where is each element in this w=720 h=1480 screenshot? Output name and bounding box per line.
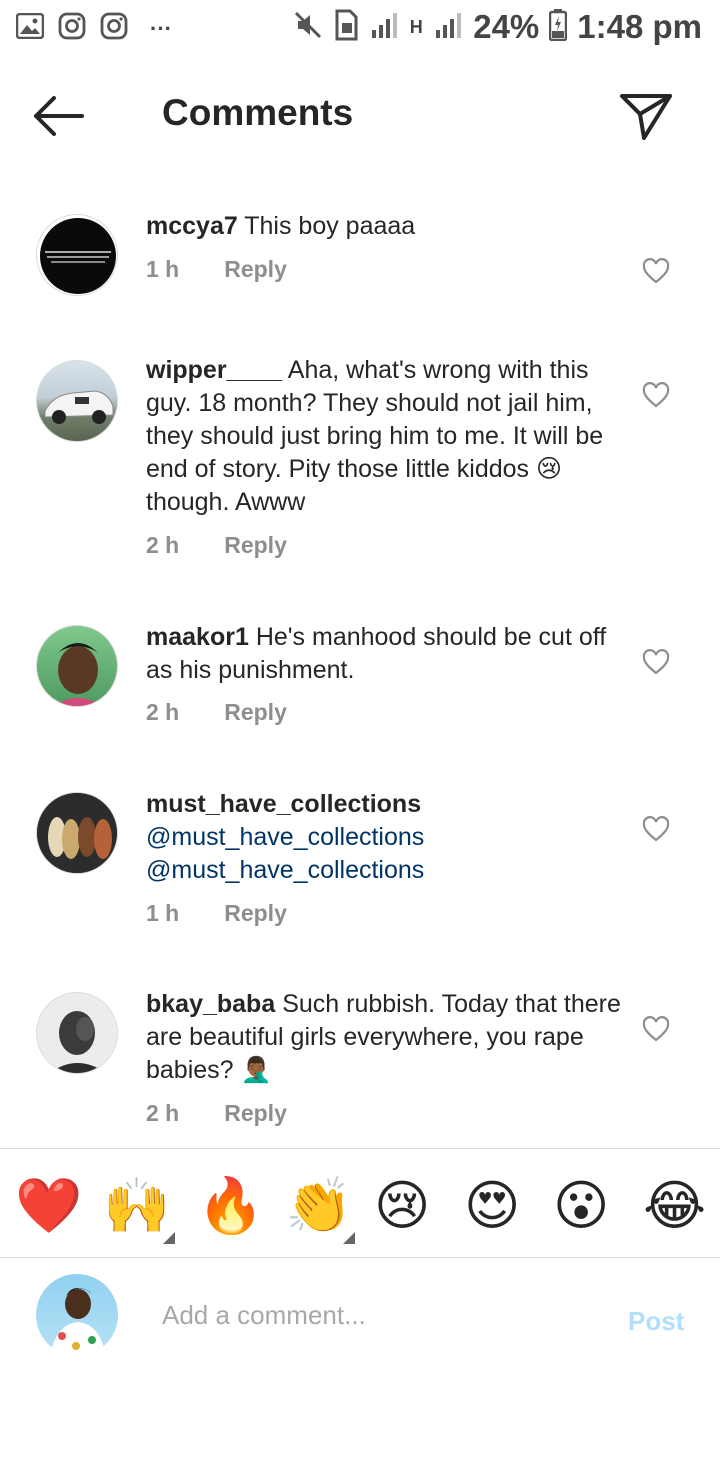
emoji-tears-of-joy[interactable]: 😂 <box>643 1174 706 1238</box>
like-button[interactable] <box>642 258 670 286</box>
heart-outline-icon <box>642 816 670 842</box>
emoji-heart[interactable]: ❤️ <box>15 1174 82 1238</box>
status-bar: ··· H 24% 1:48 pm <box>0 0 720 56</box>
divider <box>0 1257 720 1258</box>
heart-outline-icon <box>642 258 670 284</box>
emoji-fire[interactable]: 🔥 <box>197 1174 264 1238</box>
avatar[interactable] <box>36 360 118 442</box>
reply-button[interactable]: Reply <box>224 1100 287 1127</box>
comment-username[interactable]: must_have_collections <box>146 788 621 821</box>
sim-card-icon <box>333 9 359 46</box>
skin-tone-indicator <box>163 1232 175 1244</box>
back-button[interactable] <box>30 92 94 140</box>
instagram-icon <box>100 12 128 45</box>
battery-percent: 24% <box>473 8 540 45</box>
mute-icon <box>293 10 323 45</box>
signal-icon <box>369 10 399 45</box>
comment-composer: Post <box>0 1262 720 1372</box>
back-arrow-icon <box>34 96 84 136</box>
like-button[interactable] <box>642 382 670 410</box>
direct-send-icon <box>620 94 672 140</box>
gallery-icon <box>15 12 45 44</box>
comment-username[interactable]: bkay_baba <box>146 990 275 1018</box>
header: Comments <box>0 64 720 168</box>
skin-tone-indicator <box>343 1232 355 1244</box>
signal-icon <box>433 10 463 45</box>
mention-link[interactable]: @must_have_collections <box>146 821 621 854</box>
like-button[interactable] <box>642 1016 670 1044</box>
current-user-avatar <box>36 1274 118 1356</box>
network-type-label: H <box>409 17 423 37</box>
comment-timestamp: 2 h <box>146 699 180 725</box>
clock: 1:48 pm <box>577 8 702 45</box>
more-notifications-icon: ··· <box>150 15 172 41</box>
mention-link[interactable]: @must_have_collections <box>146 854 621 887</box>
reply-button[interactable]: Reply <box>224 532 287 559</box>
comment-timestamp: 1 h <box>146 256 180 282</box>
emoji-bar: ❤️ 🙌 🔥 👏 😢 😍 😮 😂 <box>0 1160 720 1252</box>
reply-button[interactable]: Reply <box>224 699 287 726</box>
divider <box>0 1148 720 1149</box>
post-button[interactable]: Post <box>628 1306 684 1337</box>
emoji-clapping-hands[interactable]: 👏 <box>285 1174 352 1238</box>
heart-outline-icon <box>642 649 670 675</box>
comment-timestamp: 2 h <box>146 1100 180 1126</box>
instagram-icon <box>58 12 86 45</box>
avatar[interactable] <box>36 992 118 1074</box>
reply-button[interactable]: Reply <box>224 256 287 283</box>
emoji-surprised-face[interactable]: 😮 <box>553 1174 609 1238</box>
comment-username[interactable]: mccya7 <box>146 212 238 240</box>
page-title: Comments <box>162 92 354 133</box>
comment-timestamp: 1 h <box>146 900 180 926</box>
comment-username[interactable]: wipper____ <box>146 356 282 384</box>
heart-outline-icon <box>642 382 670 408</box>
like-button[interactable] <box>642 649 670 677</box>
share-button[interactable] <box>618 90 678 146</box>
emoji-heart-eyes[interactable]: 😍 <box>464 1174 520 1238</box>
heart-outline-icon <box>642 1016 670 1042</box>
like-button[interactable] <box>642 816 670 844</box>
reply-button[interactable]: Reply <box>224 900 287 927</box>
emoji-crying-face[interactable]: 😢 <box>374 1174 430 1238</box>
comment-input[interactable] <box>162 1290 582 1340</box>
comment-timestamp: 2 h <box>146 532 180 558</box>
battery-charging-icon <box>549 8 568 46</box>
avatar[interactable] <box>36 625 118 707</box>
avatar[interactable] <box>36 792 118 874</box>
avatar[interactable] <box>36 214 118 296</box>
comment-username[interactable]: maakor1 <box>146 623 249 651</box>
emoji-raising-hands[interactable]: 🙌 <box>103 1174 170 1238</box>
comment-text: This boy paaaa <box>244 212 416 240</box>
